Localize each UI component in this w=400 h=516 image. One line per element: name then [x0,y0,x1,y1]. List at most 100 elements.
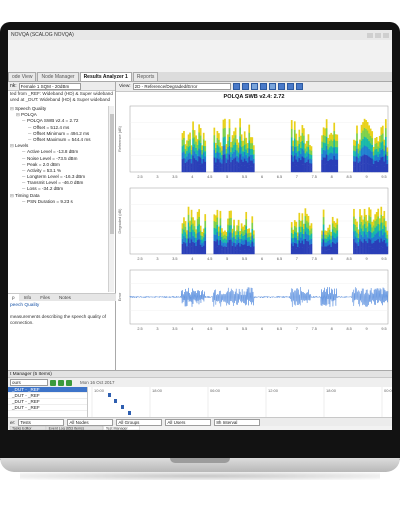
minimize-button[interactable] [367,32,373,38]
spectrogram-cell [198,231,201,240]
refresh-icon[interactable] [66,379,72,386]
export-icon[interactable] [277,83,285,90]
spectrogram-cell [230,142,232,148]
spectrogram-cell [196,211,199,220]
spectrogram-cell [310,167,313,173]
info-tab-0[interactable]: p [8,293,19,302]
spectrogram-cell [333,237,336,244]
spectrogram-cell [198,124,201,133]
zoom-out-icon[interactable] [241,83,249,90]
spectrogram-cell [353,216,355,225]
spectrogram-cell [303,128,305,136]
spectrogram-cell [384,136,387,146]
spectrogram-cell [187,222,190,231]
spectrogram-cell [330,246,333,251]
filter-selector-0[interactable]: Tests [18,418,65,426]
spectrogram-cell [365,128,367,138]
filter-label: er: [10,419,16,425]
x-tick-label: 8 [331,175,333,179]
spectrogram-cell [310,146,313,151]
spectrogram-cell [331,216,334,224]
spectrogram-cell [221,232,223,238]
info-tab-3[interactable]: Notes [55,295,75,300]
filter-selector-2[interactable]: All Groups [116,418,163,426]
next-icon[interactable] [58,379,64,386]
spectrogram-cell [189,132,191,140]
spectrogram-cell [201,158,204,164]
spectrogram-cell [307,222,310,229]
spectrogram-cell [234,238,237,243]
tab-2[interactable]: Results Analyzer 1 [79,72,132,81]
test-timeline[interactable]: 10:00 18:00 06:00 12:00 18:00 00:00 [88,387,392,417]
spectrogram-cell [216,246,219,255]
spectrogram-cell [375,148,378,155]
spectrogram-cell [237,152,240,158]
spectrogram-cell [252,238,255,243]
tab-3[interactable]: Reports [132,72,159,81]
spectrogram-cell [195,147,197,154]
maximize-button[interactable] [375,32,381,38]
spectrogram-cell [327,232,330,237]
tree-item[interactable]: ─ PSN Duration = 9.23 s [8,199,108,205]
test-row[interactable]: _DUT - _REF [8,405,87,411]
play-icon[interactable] [286,83,294,90]
view-selector[interactable]: 2D - Reference/Degraded/Error [132,83,231,90]
spectrogram-cell [183,247,185,255]
spectrogram-cell [181,238,184,244]
spectrogram-cell [360,221,363,229]
spectrogram-cell [298,129,301,137]
spectrogram-cell [371,165,374,173]
spectrogram-cell [245,166,248,173]
spectrogram-cell [296,246,299,251]
spectrogram-cell [189,220,191,227]
zoom-in-icon[interactable] [232,83,240,90]
spectrogram-cell [193,158,196,166]
spectrogram-cell [198,224,201,232]
spectrogram-cell [365,120,367,129]
x-tick-label: 2.5 [137,257,142,261]
spectrogram-cell [234,149,237,158]
spectrogram-cell [239,242,241,247]
cursor-icon[interactable] [259,83,267,90]
spectrogram-cell [359,239,361,247]
tab-1[interactable]: Node Manager [37,72,79,81]
tree-scrollbar[interactable] [108,106,114,292]
filter-selector-1[interactable]: All Nodes [67,418,114,426]
analysis-graph[interactable]: Reference (dB) 2.5 3 3.5 4 4.5 5 5.5 6 6.5 7 7.5 8 8.… [116,102,392,368]
tab-0[interactable]: ode View [8,72,37,81]
spectrogram-cell [321,230,323,235]
spectrogram-cell [380,142,383,150]
close-button[interactable] [383,32,389,38]
test-selector[interactable]: Female 1 SQM - 20dBm [18,82,81,90]
spectrogram-cell [365,163,367,173]
info-tab-2[interactable]: Files [36,295,54,300]
spectrogram-cell [327,249,330,255]
spectrogram-cell [237,231,240,238]
settings-icon[interactable] [295,83,303,90]
spectrogram-cell [386,242,389,247]
x-tick-label: 5 [226,257,228,261]
spectrogram-cell [381,133,384,142]
hours-selector[interactable]: ours [10,379,48,386]
run-icon[interactable] [50,379,56,386]
spectrogram-cell [325,230,328,235]
spectrogram-cell [321,234,323,239]
scrollbar-thumb[interactable] [110,114,114,234]
spectrogram-cell [292,233,295,239]
spectrogram-cell [222,239,225,244]
spectrogram-cell [213,127,216,136]
spectrogram-cell [296,140,299,147]
filter-selector-4[interactable]: 8h Interval [214,418,261,426]
spectrogram-cell [246,229,249,234]
spectrogram-cell [193,220,196,227]
filter-selector-3[interactable]: All Users [165,418,212,426]
info-tab-1[interactable]: Info [20,295,36,300]
spectrogram-cell [375,226,378,234]
pan-icon[interactable] [250,83,258,90]
spectrogram-cell [324,150,326,158]
spectrogram-cell [298,226,301,234]
grid-icon[interactable] [268,83,276,90]
spectrogram-cell [306,156,308,162]
spectrogram-cell [245,149,248,156]
spectrogram-cell [296,166,299,173]
